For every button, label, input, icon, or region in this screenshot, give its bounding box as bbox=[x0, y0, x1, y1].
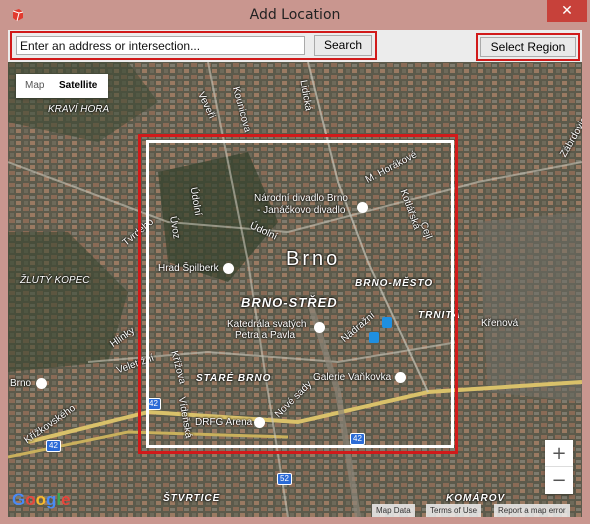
road-shield-42: 42 bbox=[46, 440, 61, 452]
add-location-window: Add Location ✕ Search Select Region bbox=[0, 0, 590, 524]
window-title: Add Location bbox=[249, 7, 341, 23]
street-krenova: Křenová bbox=[481, 318, 519, 329]
select-region-group: Select Region bbox=[476, 33, 580, 61]
close-button[interactable]: ✕ bbox=[547, 0, 587, 22]
satellite-map[interactable]: Map Satellite KRAVÍ HORA ŽLUTÝ KOPEC Brn… bbox=[8, 62, 582, 517]
label-kravi-hora: KRAVÍ HORA bbox=[48, 104, 110, 115]
title-bar: Add Location ✕ bbox=[0, 0, 590, 30]
zoom-out-button[interactable]: − bbox=[545, 467, 573, 494]
map-type-control: Map Satellite bbox=[16, 74, 108, 98]
terms-of-use-link[interactable]: Terms of Use bbox=[426, 504, 482, 517]
report-map-error-link[interactable]: Report a map error bbox=[494, 504, 570, 517]
label-brno-small: Brno bbox=[10, 378, 32, 389]
selection-region-inner[interactable] bbox=[146, 140, 454, 448]
map-type-satellite-button[interactable]: Satellite bbox=[59, 80, 97, 91]
address-input[interactable] bbox=[16, 36, 305, 55]
poi-icon[interactable] bbox=[36, 378, 47, 389]
google-logo: Google bbox=[12, 490, 71, 509]
road-shield-52: 52 bbox=[277, 473, 292, 485]
map-data-link[interactable]: Map Data bbox=[372, 504, 415, 517]
select-region-button[interactable]: Select Region bbox=[480, 37, 576, 57]
label-stvrice: ŠTVRTICE bbox=[163, 493, 221, 504]
search-button[interactable]: Search bbox=[314, 35, 372, 56]
search-group: Search bbox=[10, 31, 377, 60]
label-komarov: KOMÁROV bbox=[446, 493, 506, 504]
label-zluty-kopec: ŽLUTÝ KOPEC bbox=[20, 275, 90, 286]
map-type-map-button[interactable]: Map bbox=[25, 80, 44, 91]
zoom-control: + − bbox=[545, 440, 573, 494]
zoom-in-button[interactable]: + bbox=[545, 440, 573, 467]
